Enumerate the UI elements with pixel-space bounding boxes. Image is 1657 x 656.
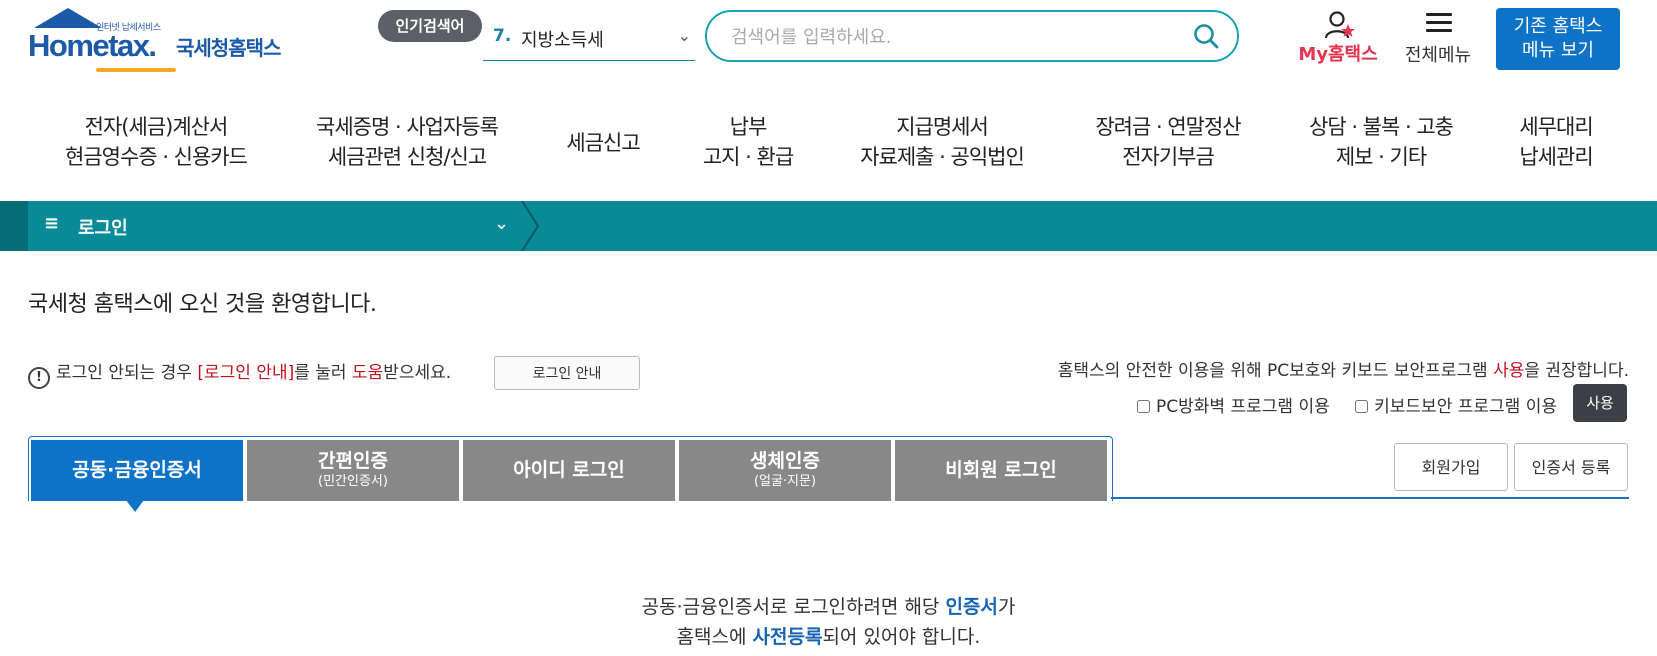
tab-guest-login[interactable]: 비회원 로그인 [895,440,1107,501]
info-text: 되어 있어야 합니다. [822,626,981,648]
search-icon[interactable] [1193,23,1219,49]
certificate-info: 공동·금융인증서로 로그인하려면 해당 인증서가 홈택스에 사전등록되어 있어야… [0,592,1657,652]
logo-roof-icon [34,8,102,28]
info-text: 가 [997,596,1016,618]
search-box [705,10,1239,62]
nav-item-payment-statement[interactable]: 지급명세서 자료제출 · 공익법인 [848,112,1036,172]
nav-item-line1: 세무대리 [1519,115,1593,139]
nav-item-line1: 납부 [729,115,768,139]
login-notice: ! 로그인 안되는 경우 [로그인 안내]를 눌러 도움받으세요. [28,358,451,389]
logo-swoosh [96,68,176,72]
hamburger-icon [1426,13,1452,33]
warning-icon: ! [28,367,50,389]
popular-term: 지방소득세 [521,30,604,51]
keyboard-security-label: 키보드보안 프로그램 이용 [1374,397,1557,417]
nav-item-line1: 전자(세금)계산서 [84,115,229,139]
nav-item-line2: 고지 · 환급 [702,145,794,169]
chevron-down-icon: ⌄ [677,26,691,45]
pc-firewall-checkbox[interactable] [1137,400,1151,413]
login-tabs: 공동·금융인증서 간편인증 (민간인증서) 아이디 로그인 생체인증 (얼굴·지… [28,436,1113,501]
pc-firewall-option[interactable]: PC방화벽 프로그램 이용 [1133,397,1330,417]
nav-item-line1: 세금신고 [566,131,640,155]
tab-biometric[interactable]: 생체인증 (얼굴·지문) [679,440,891,501]
location-bar: ≡ 로그인 ⌄ [0,201,1657,251]
legacy-menu-button[interactable]: 기존 홈택스 메뉴 보기 [1496,8,1620,70]
nav-item-payment[interactable]: 납부 고지 · 환급 [690,112,806,172]
breadcrumb-separator-icon [521,201,540,251]
nav-item-invoice[interactable]: 전자(세금)계산서 현금영수증 · 신용카드 [52,112,260,172]
hometax-logo[interactable]: 인터넷 납세서비스 Hometax. 국세청홈택스 [28,8,298,72]
nav-item-line1: 국세증명 · 사업자등록 [316,115,499,139]
active-tab-pointer [126,500,144,512]
recommend-prefix: 홈택스의 안전한 이용을 위해 PC보호와 키보드 보안프로그램 [1057,361,1494,381]
join-button[interactable]: 회원가입 [1394,443,1508,491]
nav-item-tax-report[interactable]: 세금신고 [556,128,650,158]
nav-item-line2: 제보 · 기타 [1335,145,1427,169]
tab-underline [1111,497,1629,499]
tab-joint-certificate[interactable]: 공동·금융인증서 [31,440,243,501]
chevron-down-icon[interactable]: ⌄ [494,213,509,234]
nav-item-line2: 세금관련 신청/신고 [327,145,487,169]
nav-item-line2: 납세관리 [1519,145,1593,169]
all-menu-button[interactable]: 전체메뉴 [1396,8,1480,68]
keyboard-security-checkbox[interactable] [1355,400,1369,413]
tab-label: 아이디 로그인 [513,459,625,481]
recommend-suffix: 을 권장합니다. [1524,361,1629,381]
security-options: PC방화벽 프로그램 이용 키보드보안 프로그램 이용 [1117,392,1557,417]
info-highlight: 인증서 [945,596,998,618]
notice-middle: 를 눌러 [294,363,352,383]
all-menu-label: 전체메뉴 [1404,45,1472,66]
logo-brand-sub: 국세청홈택스 [176,36,281,60]
info-text: 공동·금융인증서로 로그인하려면 해당 [641,596,946,618]
keyboard-security-option[interactable]: 키보드보안 프로그램 이용 [1351,397,1557,417]
tab-sublabel: (얼굴·지문) [753,474,817,489]
search-input[interactable] [729,22,1173,52]
nav-item-line2: 전자기부금 [1122,145,1215,169]
nav-item-year-end[interactable]: 장려금 · 연말정산 전자기부금 [1078,112,1258,172]
info-line2: 홈택스에 사전등록되어 있어야 합니다. [0,622,1657,652]
main-nav: 전자(세금)계산서 현금영수증 · 신용카드 국세증명 · 사업자등록 세금관련… [0,100,1657,188]
nav-item-line1: 지급명세서 [896,115,989,139]
popular-search-badge: 인기검색어 [378,10,482,42]
my-hometax-link[interactable]: My홈택스 [1290,8,1386,68]
nav-item-line2: 자료제출 · 공익법인 [860,145,1025,169]
pc-firewall-label: PC방화벽 프로그램 이용 [1156,397,1330,417]
tab-id-login[interactable]: 아이디 로그인 [463,440,675,501]
location-bar-edge [0,201,28,251]
tab-label: 간편인증 [318,450,388,472]
my-hometax-label: My홈택스 [1298,44,1378,65]
info-line1: 공동·금융인증서로 로그인하려면 해당 인증서가 [0,592,1657,622]
notice-help: 도움 [351,363,384,383]
welcome-heading: 국세청 홈택스에 오신 것을 환영합니다. [28,292,377,317]
user-star-icon [1324,11,1355,39]
legacy-menu-line1: 기존 홈택스 [1513,16,1603,37]
info-highlight: 사전등록 [752,626,823,648]
tab-label: 비회원 로그인 [945,459,1057,481]
legacy-menu-line2: 메뉴 보기 [1522,40,1594,61]
use-security-button[interactable]: 사용 [1573,384,1627,422]
popular-search-select[interactable]: 7. 지방소득세 ⌄ [483,22,695,61]
nav-item-line2: 현금영수증 · 신용카드 [65,145,248,169]
tab-sublabel: (민간인증서) [318,474,388,489]
logo-brand: Hometax. [28,28,157,63]
nav-item-tax-agent[interactable]: 세무대리 납세관리 [1508,112,1604,172]
login-guide-button[interactable]: 로그인 안내 [494,356,640,390]
tab-label: 공동·금융인증서 [72,459,202,481]
cert-register-button[interactable]: 인증서 등록 [1514,443,1628,491]
popular-rank: 7. [493,26,512,46]
tab-simple-auth[interactable]: 간편인증 (민간인증서) [247,440,459,501]
notice-link-text: [로그인 안내] [197,363,295,383]
notice-prefix: 로그인 안되는 경우 [56,363,198,383]
location-title[interactable]: 로그인 [78,214,128,240]
nav-item-consulting[interactable]: 상담 · 불복 · 고충 제보 · 기타 [1294,112,1468,172]
nav-item-line1: 상담 · 불복 · 고충 [1309,115,1454,139]
info-text: 홈택스에 [676,626,753,648]
nav-item-line1: 장려금 · 연말정산 [1095,115,1241,139]
nav-item-certificate[interactable]: 국세증명 · 사업자등록 세금관련 신청/신고 [300,112,514,172]
menu-list-icon[interactable]: ≡ [44,213,59,234]
security-recommendation: 홈택스의 안전한 이용을 위해 PC보호와 키보드 보안프로그램 사용을 권장합… [1058,356,1629,381]
notice-suffix: 받으세요. [383,363,452,383]
recommend-use-word: 사용 [1493,361,1525,381]
tab-label: 생체인증 [750,450,820,472]
